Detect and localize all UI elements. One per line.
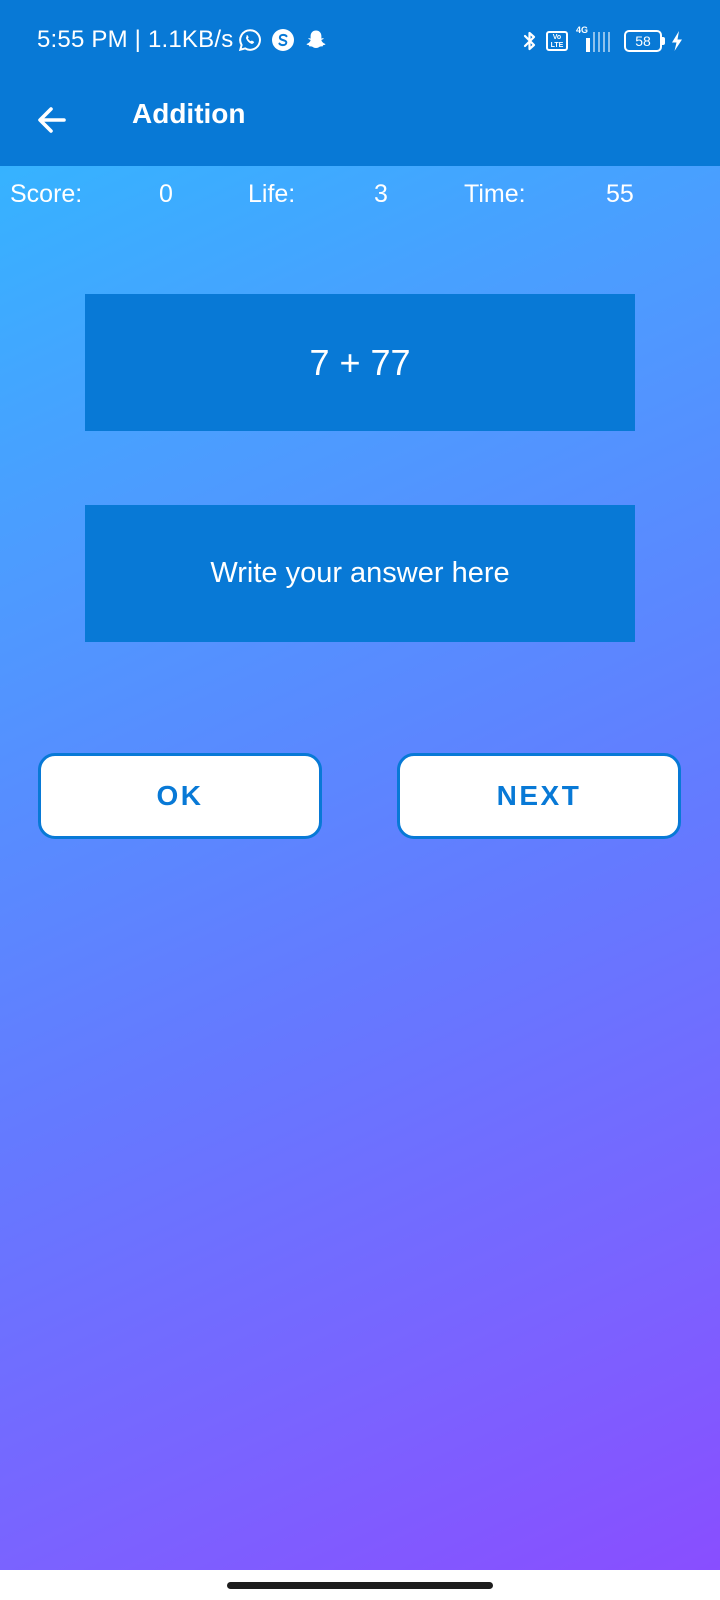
notification-icons — [238, 28, 328, 52]
bluetooth-icon — [523, 31, 536, 51]
score-value: 0 — [159, 180, 173, 208]
gesture-handle[interactable] — [227, 1582, 493, 1589]
battery-level: 58 — [635, 33, 651, 49]
header: 5:55 PM | 1.1KB/s Vo LTE 4G 58 Addition — [0, 0, 720, 166]
arrow-left-icon — [38, 107, 66, 133]
question-text: 7 + 77 — [309, 341, 411, 383]
page-title: Addition — [132, 98, 246, 129]
charging-icon — [672, 31, 682, 51]
life-label: Life: — [248, 180, 296, 208]
whatsapp-icon — [238, 29, 261, 52]
ok-button[interactable]: OK — [38, 753, 322, 839]
volte-bottom-label: LTE — [550, 42, 564, 49]
time-label: Time: — [464, 180, 526, 208]
time-value: 55 — [606, 180, 634, 208]
screen: 5:55 PM | 1.1KB/s Vo LTE 4G 58 Addition … — [0, 0, 720, 1600]
s-app-icon — [272, 29, 294, 51]
life-value: 3 — [374, 180, 388, 208]
answer-input[interactable] — [85, 505, 635, 642]
volte-icon: Vo LTE — [546, 31, 568, 51]
status-time: 5:55 PM | 1.1KB/s — [37, 26, 234, 53]
status-bar: 5:55 PM | 1.1KB/s Vo LTE 4G 58 — [0, 0, 720, 84]
system-icons: Vo LTE 4G 58 — [522, 25, 684, 54]
signal-icon: 4G — [576, 25, 616, 54]
question-box: 7 + 77 — [85, 294, 635, 431]
app-bar: Addition — [0, 84, 720, 166]
next-button[interactable]: NEXT — [397, 753, 681, 839]
snapchat-icon — [306, 30, 326, 48]
battery-icon: 58 — [624, 30, 665, 52]
score-label: Score: — [10, 180, 83, 208]
back-button[interactable] — [26, 94, 78, 146]
signal-bars — [586, 32, 610, 52]
navigation-bar — [0, 1570, 720, 1600]
volte-top-label: Vo — [552, 34, 562, 41]
